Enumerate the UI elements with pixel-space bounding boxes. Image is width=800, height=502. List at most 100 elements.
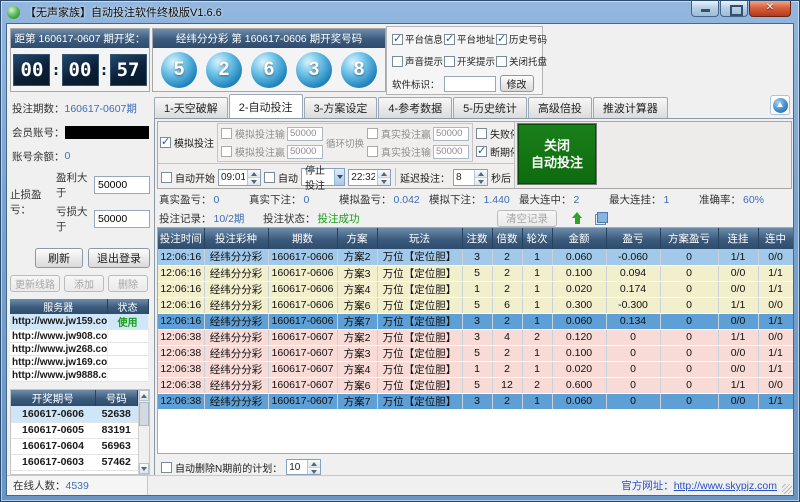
- auto-stop-time-input[interactable]: [349, 170, 377, 185]
- history-row[interactable]: 160617-060652638: [11, 406, 138, 422]
- bet-row[interactable]: 12:06:38经纬分分彩160617-0607 方案7万位【定位胆】3 210…: [158, 393, 793, 409]
- delay-label: 延迟投注：: [400, 170, 450, 185]
- real-win-checkbox[interactable]: 真实投注赢: [367, 126, 431, 141]
- server-row[interactable]: http://www.jw169.com: [10, 356, 148, 369]
- tab[interactable]: 高级倍投: [528, 97, 592, 118]
- spinner-icon[interactable]: [377, 170, 390, 185]
- tab[interactable]: 3-方案设定: [304, 97, 378, 118]
- tab[interactable]: 推波计算器: [593, 97, 668, 118]
- bet-row[interactable]: 12:06:16经纬分分彩160617-0606 方案7万位【定位胆】3 210…: [158, 313, 793, 329]
- column-header[interactable]: 连挂: [718, 228, 758, 249]
- modify-button[interactable]: 修改: [500, 75, 534, 92]
- auto-delete-stepper[interactable]: [286, 459, 321, 475]
- spinner-icon[interactable]: [474, 170, 487, 185]
- bet-row[interactable]: 12:06:16经纬分分彩160617-0606 方案3万位【定位胆】5 210…: [158, 265, 793, 281]
- logout-button[interactable]: 退出登录: [88, 248, 150, 268]
- history-row[interactable]: 160617-060456963: [11, 438, 138, 454]
- resize-grip[interactable]: [782, 484, 792, 494]
- server-row[interactable]: http://www.jw159.com使用: [10, 314, 148, 330]
- delay-input[interactable]: [454, 170, 474, 185]
- maximize-button[interactable]: [720, 1, 748, 17]
- bet-row[interactable]: 12:06:38经纬分分彩160617-0607 方案4万位【定位胆】1 210…: [158, 361, 793, 377]
- option-checkbox[interactable]: 声音提示: [392, 54, 444, 68]
- delete-server-button[interactable]: 删除: [108, 275, 148, 292]
- loss-gt-input[interactable]: [94, 210, 150, 228]
- tab[interactable]: 4-参考数据: [378, 97, 452, 118]
- stop-loss-label: 止损盈亏：: [10, 170, 56, 234]
- server-row[interactable]: http://www.jw268.com: [10, 343, 148, 356]
- column-header[interactable]: 投注时间: [158, 228, 204, 249]
- export-up-icon[interactable]: [571, 212, 585, 226]
- column-header[interactable]: 投注彩种: [204, 228, 268, 249]
- column-header[interactable]: 玩法: [377, 228, 462, 249]
- profit-gt-input[interactable]: [94, 176, 150, 194]
- software-id-input[interactable]: [444, 76, 496, 92]
- official-site-link[interactable]: 官方网址：http://www.skypjz.com: [148, 478, 793, 493]
- bet-row[interactable]: 12:06:38经纬分分彩160617-0607 方案2万位【定位胆】3 420…: [158, 329, 793, 345]
- sim-win-checkbox[interactable]: 模拟投注赢: [221, 144, 285, 159]
- real-win-input[interactable]: [433, 127, 469, 141]
- close-auto-bet-button[interactable]: 关闭 自动投注: [518, 124, 596, 184]
- history-row[interactable]: 160617-060357462: [11, 454, 138, 470]
- scroll-thumb[interactable]: [139, 402, 149, 426]
- column-header[interactable]: 倍数: [492, 228, 522, 249]
- minimize-button[interactable]: [691, 1, 719, 17]
- collapse-up-button[interactable]: [770, 95, 790, 115]
- bet-row[interactable]: 12:06:38经纬分分彩160617-0607 方案3万位【定位胆】5 210…: [158, 345, 793, 361]
- tab[interactable]: 1-天空破解: [154, 97, 228, 118]
- sim-win-input[interactable]: [287, 145, 323, 159]
- draw-panel: 经纬分分彩 第 160617-0606 期开奖号码 52638: [152, 28, 386, 92]
- update-line-button[interactable]: 更新线路: [10, 275, 60, 292]
- add-server-button[interactable]: 添加: [64, 275, 104, 292]
- column-header[interactable]: 期数: [268, 228, 337, 249]
- bet-row[interactable]: 12:06:16经纬分分彩160617-0606 方案6万位【定位胆】5 610…: [158, 297, 793, 313]
- auto-delete-input[interactable]: [287, 460, 307, 474]
- tab[interactable]: 2-自动投注: [229, 94, 303, 118]
- tab[interactable]: 5-历史统计: [453, 97, 527, 118]
- delay-stepper[interactable]: [453, 169, 488, 186]
- scroll-down-icon[interactable]: [139, 463, 149, 474]
- column-header[interactable]: 盈亏: [606, 228, 660, 249]
- option-checkbox[interactable]: 平台地址: [444, 32, 496, 46]
- sim-lose-checkbox[interactable]: 模拟投注输: [221, 126, 285, 141]
- refresh-button[interactable]: 刷新: [35, 248, 83, 268]
- auto-stop-time-stepper[interactable]: [348, 169, 391, 186]
- close-button[interactable]: [749, 1, 791, 17]
- auto-start-time-stepper[interactable]: [218, 169, 261, 186]
- option-checkbox[interactable]: 历史号码: [496, 32, 542, 46]
- column-header[interactable]: 方案盈亏: [660, 228, 718, 249]
- column-header[interactable]: 连中: [758, 228, 793, 249]
- bet-row[interactable]: 12:06:38经纬分分彩160617-0607 方案6万位【定位胆】5 122…: [158, 377, 793, 393]
- history-row[interactable]: 160617-060583191: [11, 422, 138, 438]
- sim-bet-checkbox[interactable]: 模拟投注: [160, 135, 214, 150]
- column-header[interactable]: 金额: [552, 228, 606, 249]
- real-lose-input[interactable]: [433, 145, 469, 159]
- bet-row[interactable]: 12:06:16经纬分分彩160617-0606 方案2万位【定位胆】3 210…: [158, 249, 793, 265]
- column-header[interactable]: 注数: [462, 228, 492, 249]
- auto-stop-checkbox[interactable]: 自动: [264, 170, 298, 185]
- bet-row[interactable]: 12:06:16经纬分分彩160617-0606 方案4万位【定位胆】1 210…: [158, 281, 793, 297]
- server-row[interactable]: http://www.jw908.com: [10, 330, 148, 343]
- stop-action-select[interactable]: 停止投注: [301, 168, 345, 186]
- scroll-up-icon[interactable]: [139, 390, 149, 401]
- scrollbar[interactable]: [138, 390, 149, 474]
- option-checkbox[interactable]: 开奖提示: [444, 54, 496, 68]
- auto-delete-checkbox[interactable]: 自动删除N期前的计划：: [161, 460, 282, 475]
- auto-start-time-input[interactable]: [219, 170, 247, 185]
- online-count: 在线人数：4539: [7, 476, 148, 495]
- draw-balls: 52638: [153, 48, 385, 91]
- option-checkbox[interactable]: 关闭托盘: [496, 54, 542, 68]
- option-checkbox[interactable]: 平台信息: [392, 32, 444, 46]
- real-lose-checkbox[interactable]: 真实投注输: [367, 144, 431, 159]
- column-header[interactable]: 方案: [337, 228, 377, 249]
- sim-lose-input[interactable]: [287, 127, 323, 141]
- auto-start-checkbox[interactable]: 自动开始: [161, 170, 215, 185]
- server-row[interactable]: http://www.jw9888.com...: [10, 369, 148, 382]
- spinner-icon[interactable]: [307, 460, 320, 474]
- checkbox-box-icon: [221, 128, 232, 139]
- copy-icon[interactable]: [595, 212, 608, 225]
- clear-records-button[interactable]: 清空记录: [497, 210, 557, 227]
- column-header[interactable]: 轮次: [522, 228, 552, 249]
- spinner-icon[interactable]: [247, 170, 260, 185]
- lottery-ball: 5: [161, 52, 197, 88]
